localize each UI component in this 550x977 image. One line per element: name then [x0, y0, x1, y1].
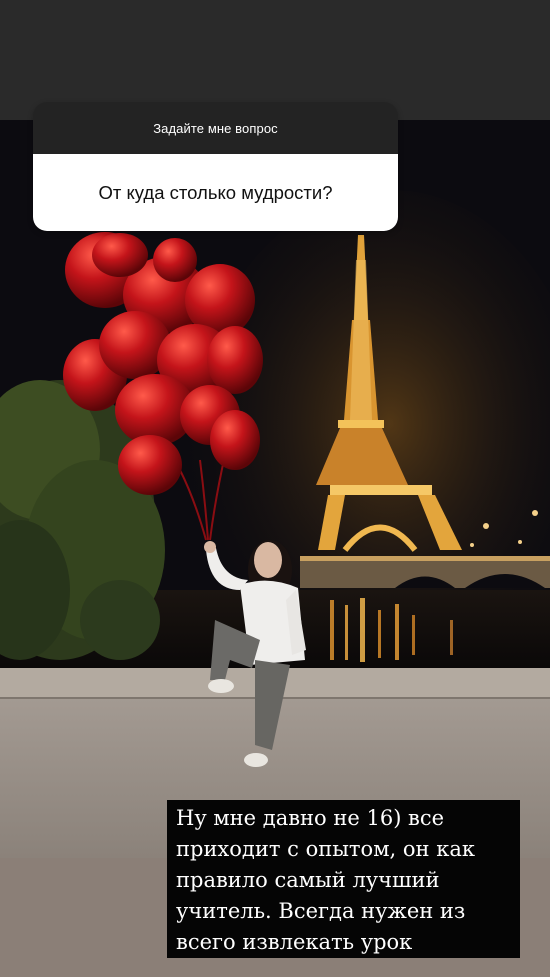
bridge-illustration: [300, 556, 550, 588]
question-sticker[interactable]: Задайте мне вопрос От куда столько мудро…: [33, 102, 398, 231]
question-sticker-prompt: Задайте мне вопрос: [33, 102, 398, 154]
question-sticker-question: От куда столько мудрости?: [33, 154, 398, 231]
answer-caption: Ну мне давно не 16) все приходит с опыто…: [167, 800, 520, 958]
